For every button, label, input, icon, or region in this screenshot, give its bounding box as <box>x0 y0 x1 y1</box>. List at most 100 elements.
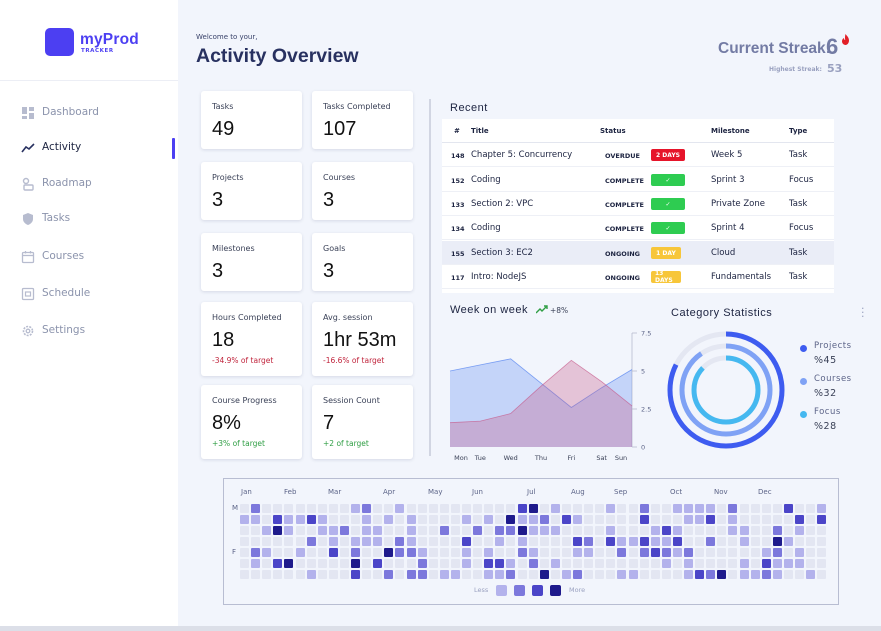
heatmap-cell[interactable] <box>661 537 671 546</box>
heatmap-cell[interactable] <box>373 548 383 557</box>
heatmap-cell[interactable] <box>351 504 360 513</box>
heatmap-cell[interactable] <box>817 526 827 535</box>
heatmap-cell[interactable] <box>661 504 671 513</box>
heatmap-cell[interactable] <box>783 559 793 568</box>
heatmap-cell[interactable] <box>606 570 616 579</box>
heatmap-cell[interactable] <box>628 559 638 568</box>
heatmap-cell[interactable] <box>550 559 560 568</box>
heatmap-cell[interactable] <box>639 559 649 568</box>
heatmap-cell[interactable] <box>450 537 460 546</box>
heatmap-cell[interactable] <box>495 515 505 524</box>
heatmap-cell[interactable] <box>351 559 360 568</box>
heatmap-cell[interactable] <box>750 548 760 557</box>
heatmap-cell[interactable] <box>506 504 516 513</box>
heatmap-cell[interactable] <box>595 504 605 513</box>
heatmap-cell[interactable] <box>628 548 638 557</box>
heatmap-cell[interactable] <box>395 515 405 524</box>
heatmap-cell[interactable] <box>462 526 471 535</box>
heatmap-cell[interactable] <box>439 570 449 579</box>
heatmap-cell[interactable] <box>750 537 760 546</box>
heatmap-cell[interactable] <box>317 559 327 568</box>
heatmap-cell[interactable] <box>584 570 594 579</box>
table-row[interactable]: 148 Chapter 5: Concurrency OVERDUE 2 DAYS We… <box>442 143 834 167</box>
heatmap-cell[interactable] <box>772 515 782 524</box>
heatmap-cell[interactable] <box>417 570 427 579</box>
heatmap-cell[interactable] <box>573 504 582 513</box>
heatmap-cell[interactable] <box>795 504 804 513</box>
heatmap-cell[interactable] <box>450 559 460 568</box>
heatmap-cell[interactable] <box>517 537 527 546</box>
heatmap-cell[interactable] <box>339 526 349 535</box>
heatmap-cell[interactable] <box>251 548 261 557</box>
heatmap-cell[interactable] <box>695 559 705 568</box>
heatmap-cell[interactable] <box>739 548 749 557</box>
heatmap-cell[interactable] <box>395 526 405 535</box>
heatmap-cell[interactable] <box>672 548 682 557</box>
heatmap-cell[interactable] <box>728 526 738 535</box>
heatmap-cell[interactable] <box>240 537 249 546</box>
heatmap-cell[interactable] <box>617 548 627 557</box>
heatmap-cell[interactable] <box>584 515 594 524</box>
heatmap-cell[interactable] <box>273 504 283 513</box>
heatmap-cell[interactable] <box>739 515 749 524</box>
heatmap-cell[interactable] <box>450 570 460 579</box>
heatmap-cell[interactable] <box>595 548 605 557</box>
heatmap-cell[interactable] <box>439 559 449 568</box>
heatmap-cell[interactable] <box>606 548 616 557</box>
heatmap-cell[interactable] <box>573 559 582 568</box>
heatmap-cell[interactable] <box>561 570 571 579</box>
heatmap-cell[interactable] <box>617 504 627 513</box>
heatmap-cell[interactable] <box>528 548 538 557</box>
sidebar-item-settings[interactable]: Settings <box>0 318 178 344</box>
heatmap-cell[interactable] <box>728 570 738 579</box>
heatmap-cell[interactable] <box>284 537 294 546</box>
heatmap-cell[interactable] <box>539 515 549 524</box>
heatmap-cell[interactable] <box>339 548 349 557</box>
heatmap-cell[interactable] <box>561 515 571 524</box>
heatmap-cell[interactable] <box>450 515 460 524</box>
heatmap-cell[interactable] <box>517 515 527 524</box>
heatmap-cell[interactable] <box>317 504 327 513</box>
heatmap-cell[interactable] <box>772 570 782 579</box>
heatmap-cell[interactable] <box>373 537 383 546</box>
heatmap-cell[interactable] <box>328 504 338 513</box>
heatmap-cell[interactable] <box>317 526 327 535</box>
heatmap-cell[interactable] <box>273 526 283 535</box>
heatmap-cell[interactable] <box>672 526 682 535</box>
heatmap-cell[interactable] <box>317 537 327 546</box>
heatmap-cell[interactable] <box>795 526 804 535</box>
heatmap-cell[interactable] <box>795 548 804 557</box>
heatmap-cell[interactable] <box>739 559 749 568</box>
heatmap-cell[interactable] <box>406 526 416 535</box>
heatmap-cell[interactable] <box>240 548 249 557</box>
heatmap-cell[interactable] <box>661 559 671 568</box>
heatmap-cell[interactable] <box>495 526 505 535</box>
heatmap-cell[interactable] <box>373 515 383 524</box>
heatmap-cell[interactable] <box>495 504 505 513</box>
sidebar-item-courses[interactable]: Courses <box>0 244 178 270</box>
heatmap-cell[interactable] <box>384 559 394 568</box>
heatmap-cell[interactable] <box>306 570 316 579</box>
heatmap-cell[interactable] <box>539 570 549 579</box>
heatmap-cell[interactable] <box>306 515 316 524</box>
heatmap-cell[interactable] <box>539 559 549 568</box>
heatmap-cell[interactable] <box>306 526 316 535</box>
heatmap-cell[interactable] <box>306 504 316 513</box>
heatmap-cell[interactable] <box>573 548 582 557</box>
heatmap-cell[interactable] <box>328 548 338 557</box>
heatmap-cell[interactable] <box>373 570 383 579</box>
table-row[interactable]: 152 Coding COMPLETE ✓ Sprint 3 Focus <box>442 168 834 192</box>
heatmap-cell[interactable] <box>417 537 427 546</box>
heatmap-cell[interactable] <box>240 559 249 568</box>
heatmap-cell[interactable] <box>428 548 438 557</box>
heatmap-cell[interactable] <box>695 515 705 524</box>
heatmap-cell[interactable] <box>406 537 416 546</box>
heatmap-cell[interactable] <box>584 548 594 557</box>
heatmap-cell[interactable] <box>761 559 771 568</box>
heatmap-cell[interactable] <box>362 548 372 557</box>
heatmap-cell[interactable] <box>650 548 660 557</box>
heatmap-cell[interactable] <box>739 537 749 546</box>
heatmap-cell[interactable] <box>684 504 693 513</box>
heatmap-cell[interactable] <box>428 526 438 535</box>
heatmap-cell[interactable] <box>661 515 671 524</box>
